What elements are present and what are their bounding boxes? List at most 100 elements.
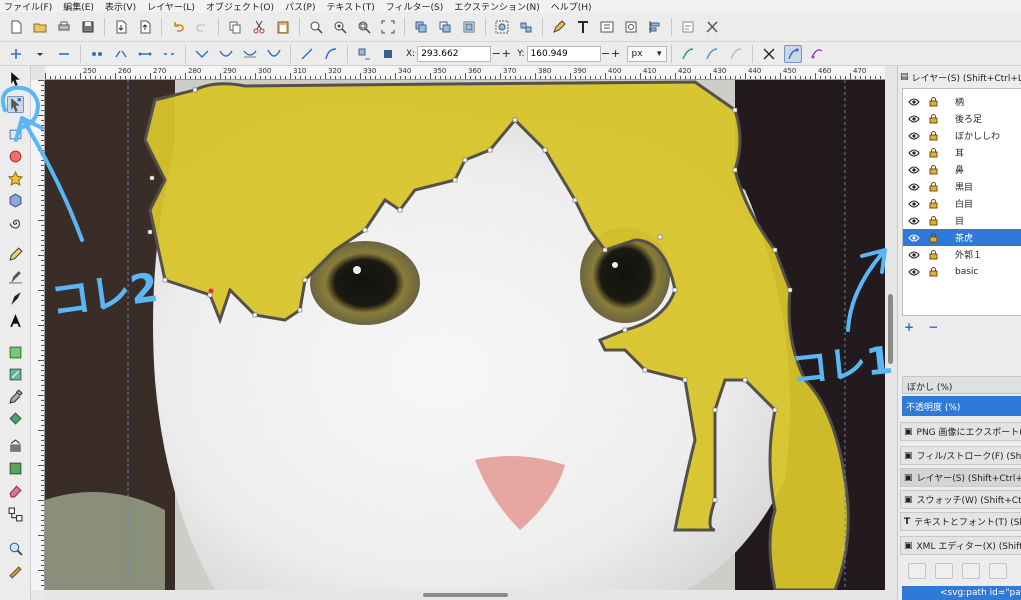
- duplicate-button[interactable]: [412, 18, 430, 36]
- menu-help[interactable]: ヘルプ(H): [551, 0, 592, 13]
- delete-node-button[interactable]: [55, 45, 73, 63]
- horizontal-scroll-thumb[interactable]: [423, 593, 508, 597]
- vertical-ruler[interactable]: [31, 80, 45, 590]
- undo-button[interactable]: [169, 18, 187, 36]
- lock-icon[interactable]: [927, 96, 939, 107]
- dock-tab[interactable]: ▣スウォッチ(W) (Shift+Ctrl+W): [900, 490, 1021, 509]
- x-coordinate-input[interactable]: [417, 45, 492, 62]
- objects-button[interactable]: [622, 18, 640, 36]
- menu-filters[interactable]: フィルター(S): [386, 0, 444, 13]
- unlink-clone-button[interactable]: [460, 18, 478, 36]
- pencil-tool[interactable]: [7, 246, 24, 263]
- eye-icon[interactable]: [907, 217, 921, 225]
- export-button[interactable]: [136, 18, 154, 36]
- mesh-tool[interactable]: [7, 460, 24, 477]
- import-button[interactable]: [112, 18, 130, 36]
- text-font-button[interactable]: [574, 18, 592, 36]
- pen-tool[interactable]: [7, 268, 24, 285]
- x-increment-button[interactable]: +: [501, 47, 511, 60]
- auto-smooth-button[interactable]: [265, 45, 283, 63]
- open-button[interactable]: [31, 18, 49, 36]
- layer-row[interactable]: 後ろ足: [903, 110, 1021, 127]
- symmetric-node-button[interactable]: [241, 45, 259, 63]
- eye-icon[interactable]: [907, 166, 921, 174]
- ellipse-tool[interactable]: [7, 148, 24, 165]
- eye-icon[interactable]: [907, 200, 921, 208]
- menu-layer[interactable]: レイヤー(L): [147, 0, 195, 13]
- cut-button[interactable]: [250, 18, 268, 36]
- dock-tab[interactable]: ▣フィル/ストローク(F) (Shift+Ctrl+F): [900, 446, 1021, 465]
- next-path-effect-button[interactable]: [679, 45, 697, 63]
- break-path-button[interactable]: [112, 45, 130, 63]
- paint-bucket-tool[interactable]: [7, 410, 24, 427]
- print-button[interactable]: [55, 18, 73, 36]
- connector-tool[interactable]: [7, 506, 24, 523]
- xml-selected-node[interactable]: <svg:path id="path: [902, 586, 1021, 600]
- dock-tab[interactable]: Tテキストとフォント(T) (Shift+Ctrl+T): [900, 512, 1021, 531]
- zoom-tool[interactable]: [7, 540, 24, 557]
- layer-row[interactable]: basic: [903, 263, 1021, 280]
- lock-icon[interactable]: [927, 266, 939, 277]
- layer-row[interactable]: 茶虎: [903, 229, 1021, 246]
- xml-editor-button[interactable]: [598, 18, 616, 36]
- document-properties-button[interactable]: [703, 18, 721, 36]
- selector-tool[interactable]: [7, 70, 24, 87]
- rectangle-tool[interactable]: [7, 126, 24, 143]
- layer-row[interactable]: 鼻: [903, 161, 1021, 178]
- to-line-button[interactable]: [298, 45, 316, 63]
- y-decrement-button[interactable]: −: [601, 47, 611, 60]
- gradient-tool[interactable]: [7, 438, 24, 455]
- menu-text[interactable]: テキスト(T): [326, 0, 374, 13]
- horizontal-scrollbar[interactable]: [45, 590, 885, 600]
- eraser-tool[interactable]: [7, 366, 24, 383]
- menu-extensions[interactable]: エクステンション(N): [454, 0, 540, 13]
- eye-icon[interactable]: [907, 132, 921, 140]
- eye-icon[interactable]: [907, 251, 921, 259]
- clip-path-button[interactable]: [703, 45, 721, 63]
- layer-row[interactable]: 黒目: [903, 178, 1021, 195]
- zoom-drawing-button[interactable]: [331, 18, 349, 36]
- lock-icon[interactable]: [927, 164, 939, 175]
- fill-stroke-button[interactable]: [550, 18, 568, 36]
- eye-icon[interactable]: [907, 115, 921, 123]
- save-button[interactable]: [79, 18, 97, 36]
- layer-row[interactable]: 白目: [903, 195, 1021, 212]
- lock-icon[interactable]: [927, 147, 939, 158]
- layer-row[interactable]: 目: [903, 212, 1021, 229]
- group-button[interactable]: [493, 18, 511, 36]
- xml-new-text-button[interactable]: [935, 563, 953, 579]
- eye-icon[interactable]: [907, 98, 921, 106]
- add-layer-button[interactable]: +: [904, 320, 914, 334]
- layer-row[interactable]: 耳: [903, 144, 1021, 161]
- menu-object[interactable]: オブジェクト(O): [206, 0, 274, 13]
- preferences-button[interactable]: [679, 18, 697, 36]
- to-curve-button[interactable]: [322, 45, 340, 63]
- dock-tab[interactable]: ▣ PNG 画像にエクスポート(E): [900, 422, 1021, 441]
- delete-segment-button[interactable]: [160, 45, 178, 63]
- ungroup-button[interactable]: [517, 18, 535, 36]
- remove-layer-button[interactable]: −: [928, 320, 938, 334]
- blur-field[interactable]: ぼかし (%): [902, 376, 1021, 394]
- xml-delete-button[interactable]: [989, 563, 1007, 579]
- align-button[interactable]: [646, 18, 664, 36]
- xml-new-node-button[interactable]: [908, 563, 926, 579]
- dropper-tool[interactable]: [7, 388, 24, 405]
- menu-path[interactable]: パス(P): [285, 0, 315, 13]
- dock-tab[interactable]: ▣ レイヤー(S) (Shift+Ctrl+L): [900, 468, 1021, 487]
- dock-tab[interactable]: ▣XML エディター(X) (Shift+Ctrl+X): [900, 536, 1021, 555]
- drawing-canvas[interactable]: [45, 80, 885, 590]
- smooth-node-button[interactable]: [217, 45, 235, 63]
- text-tool[interactable]: [7, 312, 24, 329]
- zoom-page-button[interactable]: [355, 18, 373, 36]
- cusp-node-button[interactable]: [193, 45, 211, 63]
- selected-node[interactable]: [208, 288, 214, 294]
- clone-button[interactable]: [436, 18, 454, 36]
- zoom-fit-button[interactable]: [379, 18, 397, 36]
- insert-node-button[interactable]: [7, 45, 25, 63]
- 3d-box-tool[interactable]: [7, 192, 24, 209]
- paste-button[interactable]: [274, 18, 292, 36]
- measure-ruler-tool[interactable]: [7, 564, 24, 581]
- spray-tool[interactable]: [7, 344, 24, 361]
- unit-select[interactable]: px ▾: [626, 45, 667, 62]
- eye-icon[interactable]: [907, 149, 921, 157]
